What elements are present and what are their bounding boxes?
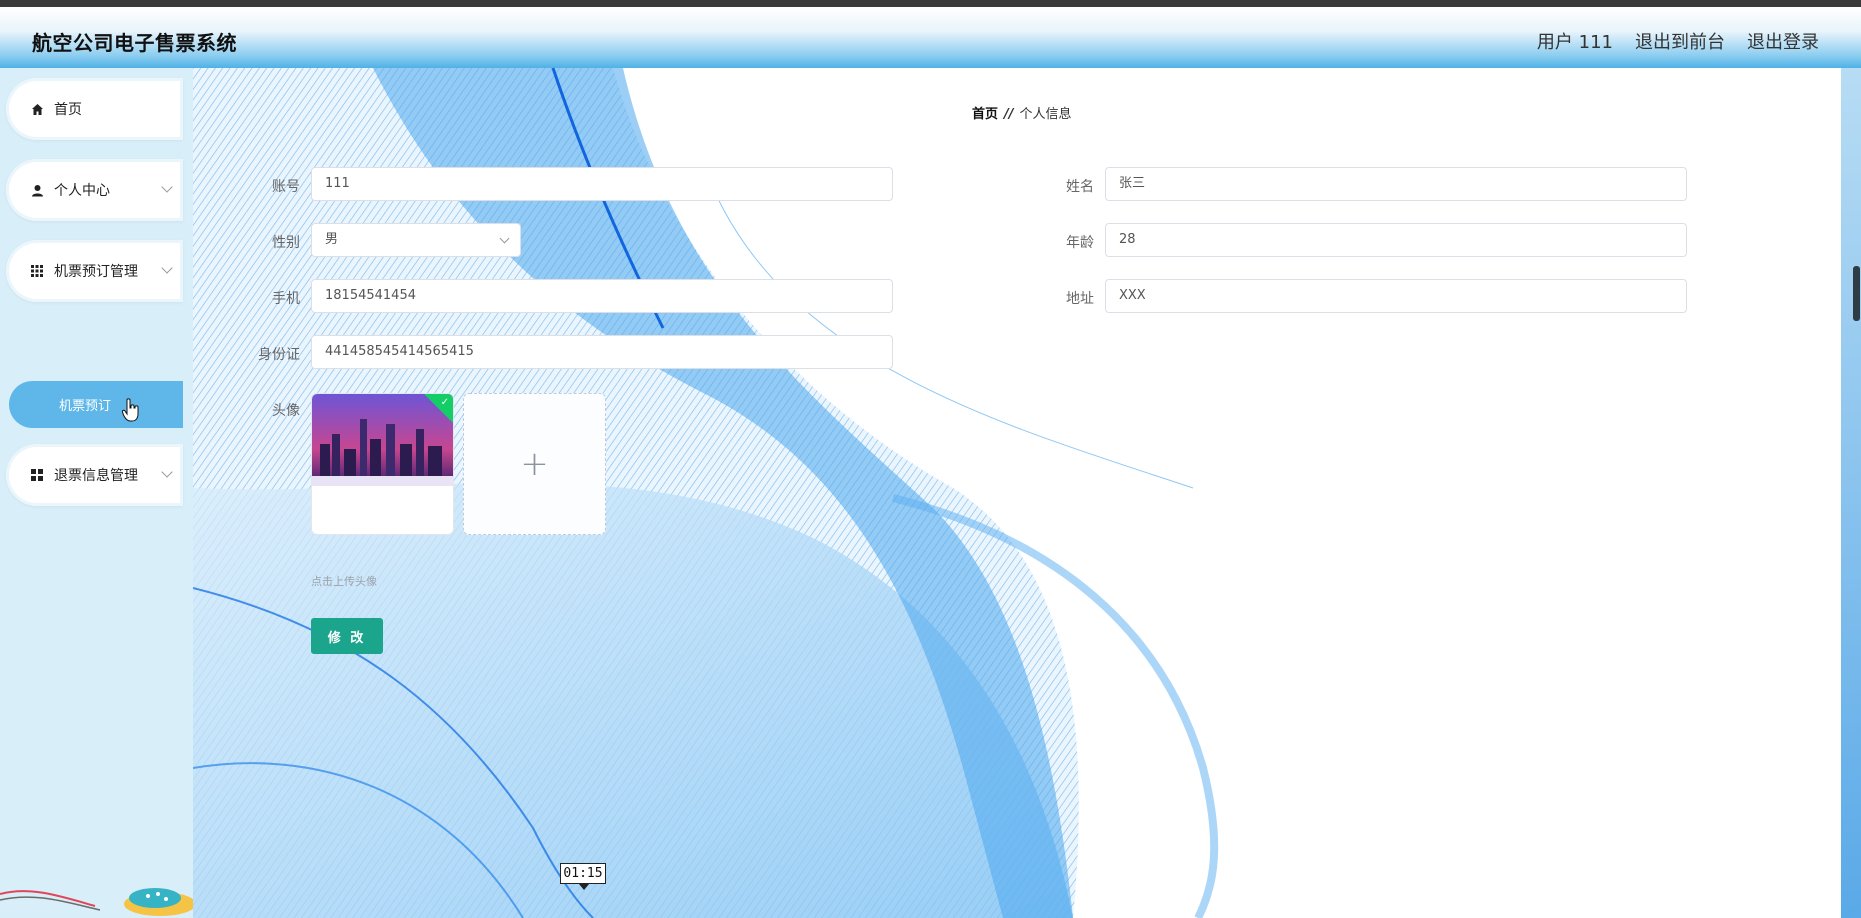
check-icon: ✓	[440, 397, 449, 408]
sidebar-subitem-label: 机票预订	[59, 399, 112, 414]
app-title: 航空公司电子售票系统	[32, 31, 237, 55]
age-field[interactable]: 28	[1105, 223, 1687, 257]
video-timestamp-tooltip: 01:15	[560, 863, 606, 890]
sidebar-item-label: 机票预订管理	[54, 264, 138, 280]
id-card-label: 身份证	[258, 347, 300, 363]
gender-select[interactable]: 男	[311, 223, 521, 257]
avatar-city-image	[312, 394, 453, 486]
chevron-down-icon	[161, 466, 173, 478]
scrollbar-thumb[interactable]	[1853, 266, 1860, 321]
modify-button[interactable]: 修 改	[311, 618, 383, 654]
apps-icon	[30, 468, 44, 482]
breadcrumb-current: 个人信息	[1019, 107, 1072, 122]
avatar-label: 头像	[272, 403, 300, 419]
sidebar-item-label: 退票信息管理	[54, 468, 138, 484]
account-label: 账号	[272, 179, 300, 195]
breadcrumb-separator: //	[1004, 107, 1014, 122]
sidebar-item-personal-center[interactable]: 个人中心	[6, 159, 183, 221]
sidebar-item-label: 首页	[54, 102, 82, 118]
grid-icon	[30, 264, 44, 278]
hand-cursor-icon	[122, 398, 139, 422]
avatar-preview[interactable]: ✓	[311, 393, 454, 535]
plus-icon: +	[520, 444, 549, 484]
page-edge-strip	[1841, 68, 1861, 918]
sidebar-item-home[interactable]: 首页	[6, 78, 183, 140]
back-to-front-link[interactable]: 退出到前台	[1635, 28, 1725, 54]
sidebar-item-label: 个人中心	[54, 183, 110, 199]
chevron-down-icon	[161, 262, 173, 274]
chevron-down-icon	[161, 181, 173, 193]
name-field[interactable]: 张三	[1105, 167, 1687, 201]
address-label: 地址	[1066, 291, 1094, 307]
sidebar-item-refund-management[interactable]: 退票信息管理	[6, 444, 183, 506]
home-icon	[30, 102, 44, 116]
address-field[interactable]: XXX	[1105, 279, 1687, 313]
current-user-label: 用户 111	[1536, 32, 1613, 53]
phone-label: 手机	[272, 291, 300, 307]
breadcrumb: 首页 // 个人信息	[972, 103, 1072, 122]
account-field[interactable]: 111	[311, 167, 893, 201]
logout-link[interactable]: 退出登录	[1747, 28, 1819, 54]
chevron-down-icon	[499, 233, 510, 244]
user-icon	[30, 183, 44, 197]
header-actions: 用户 111 退出到前台 退出登录	[1537, 28, 1819, 54]
avatar-upload-hint: 点击上传头像	[311, 575, 377, 588]
phone-field[interactable]: 18154541454	[311, 279, 893, 313]
gender-select-value: 男	[325, 232, 339, 247]
breadcrumb-home[interactable]: 首页	[972, 107, 998, 122]
header-bar: 航空公司电子售票系统 用户 111 退出到前台 退出登录	[0, 7, 1861, 68]
name-label: 姓名	[1066, 179, 1094, 195]
decorative-sneaker-image	[0, 888, 196, 916]
id-card-field[interactable]: 441458545414565415	[311, 335, 893, 369]
sidebar-subitem-ticket-booking[interactable]: 机票预订	[9, 381, 183, 428]
sidebar-item-booking-management[interactable]: 机票预订管理	[6, 240, 183, 302]
avatar-upload-button[interactable]: +	[463, 393, 606, 535]
window-top-strip	[0, 0, 1861, 7]
sidebar: 首页 个人中心 机票预订管理 机票预订 退票信息管理	[0, 68, 196, 918]
gender-label: 性别	[272, 235, 300, 251]
age-label: 年龄	[1066, 235, 1094, 251]
